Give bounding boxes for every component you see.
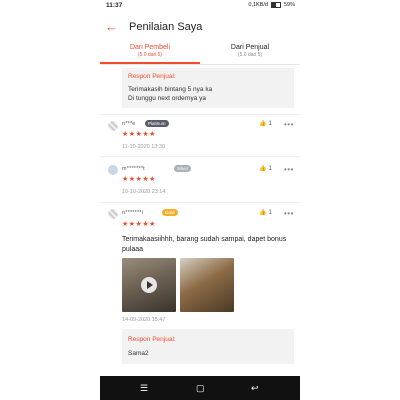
- response-label: Respon Penjual:: [128, 336, 176, 343]
- back-arrow-icon[interactable]: ←: [105, 20, 118, 33]
- tab-dari-penjual[interactable]: Dari Penjual (5.0 dari 5): [200, 44, 300, 58]
- status-bar: 11:37 0,1KB/d 59%: [100, 0, 300, 12]
- more-dots-icon[interactable]: •••: [284, 121, 294, 129]
- thumbs-up-icon: 👍: [259, 166, 267, 172]
- seller-response: Respon Penjual: Sama2: [122, 329, 294, 364]
- reviewer-name: n***e: [122, 121, 136, 127]
- phone-screen: 11:37 0,1KB/d 59% ← Penilaian Saya Dari …: [100, 0, 300, 400]
- app-bar: ← Penilaian Saya: [100, 12, 300, 42]
- response-label: Respon Penjual:: [128, 73, 176, 80]
- network-speed: 0,1KB/d: [248, 2, 268, 8]
- page-title: Penilaian Saya: [129, 21, 203, 33]
- reviewer-name: n*******i: [122, 210, 144, 216]
- more-dots-icon[interactable]: •••: [284, 166, 294, 174]
- like-button[interactable]: 👍 1: [259, 165, 272, 173]
- review-text: Terimakaasiihhh, barang sudah sampai, da…: [122, 236, 287, 253]
- seller-response: Respon Penjual: Terimakasih bintang 5 ny…: [122, 68, 294, 108]
- more-dots-icon[interactable]: •••: [284, 210, 294, 218]
- system-nav-bar: ☰ ▢ ↩: [100, 376, 300, 400]
- avatar[interactable]: [108, 121, 118, 131]
- review-list[interactable]: Respon Penjual: Terimakasih bintang 5 ny…: [100, 64, 300, 376]
- divider: [100, 156, 300, 157]
- review-photo-thumbnail[interactable]: [180, 258, 234, 312]
- like-count: 1: [268, 209, 272, 216]
- thumbs-up-icon: 👍: [259, 210, 267, 216]
- status-time: 11:37: [106, 2, 123, 9]
- like-count: 1: [268, 165, 272, 172]
- rating-stars: ★★★★★: [122, 176, 156, 183]
- recent-apps-icon[interactable]: ☰: [140, 382, 148, 394]
- rating-stars: ★★★★★: [122, 221, 156, 228]
- home-icon[interactable]: ▢: [196, 382, 205, 394]
- response-text: Terimakasih bintang 5 nya ka: [128, 86, 213, 93]
- review-tabs: Dari Pembeli (5.0 dari 5) Dari Penjual (…: [100, 42, 300, 65]
- tab-label: Dari Penjual: [230, 44, 270, 51]
- review-video-thumbnail[interactable]: [122, 258, 176, 312]
- tab-rating: (5.0 dari 5): [237, 52, 263, 58]
- review-date: 14-09-2020 15:47: [122, 317, 166, 323]
- like-button[interactable]: 👍 1: [259, 209, 272, 217]
- member-badge: Gold: [162, 209, 178, 216]
- member-badge: Platinum: [145, 120, 169, 127]
- divider: [100, 202, 300, 203]
- reviewer-name: m*******t: [122, 166, 145, 172]
- review-date: 10-10-2020 23:14: [122, 189, 166, 195]
- tab-dari-pembeli[interactable]: Dari Pembeli (5.0 dari 5): [100, 44, 200, 58]
- battery-level: 59%: [283, 2, 295, 8]
- tab-rating: (5.0 dari 5): [137, 52, 163, 58]
- back-icon[interactable]: ↩: [251, 382, 259, 394]
- rating-stars: ★★★★★: [122, 131, 156, 138]
- member-badge: Silver: [174, 165, 192, 172]
- avatar[interactable]: [108, 209, 118, 219]
- thumbs-up-icon: 👍: [259, 121, 267, 127]
- like-button[interactable]: 👍 1: [259, 120, 272, 128]
- review-date: 11-10-2020 13:30: [122, 144, 166, 150]
- like-count: 1: [268, 120, 272, 127]
- response-text: Sama2: [128, 350, 149, 357]
- play-icon[interactable]: [141, 277, 157, 293]
- divider: [100, 114, 300, 115]
- tab-label: Dari Pembeli: [129, 44, 171, 51]
- response-text: Di tunggu next ordernya ya: [128, 95, 207, 102]
- status-right: 0,1KB/d 59%: [248, 2, 295, 8]
- avatar[interactable]: [108, 165, 118, 175]
- battery-icon: [270, 2, 281, 8]
